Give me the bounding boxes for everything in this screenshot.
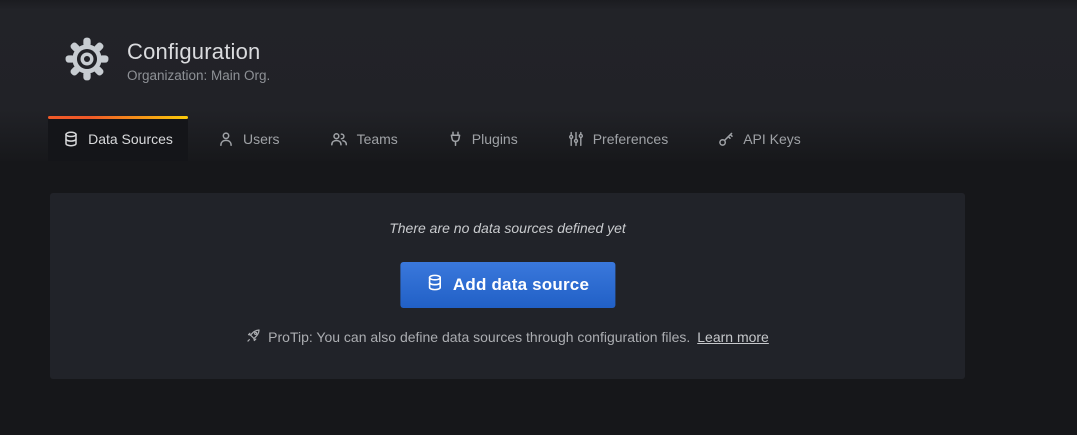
tab-api-keys[interactable]: API Keys bbox=[698, 116, 821, 161]
tab-label: Preferences bbox=[593, 131, 668, 147]
tab-users[interactable]: Users bbox=[198, 116, 300, 161]
tab-preferences[interactable]: Preferences bbox=[548, 116, 688, 161]
tab-label: Users bbox=[243, 131, 280, 147]
add-data-source-button[interactable]: Add data source bbox=[400, 262, 615, 308]
protip-line: ProTip: You can also define data sources… bbox=[50, 328, 965, 346]
page-header: Configuration Organization: Main Org. Da… bbox=[0, 0, 1077, 161]
tab-teams[interactable]: Teams bbox=[310, 116, 418, 161]
header-titles: Configuration Organization: Main Org. bbox=[127, 39, 270, 83]
empty-state-message: There are no data sources defined yet bbox=[50, 220, 965, 236]
key-icon bbox=[718, 131, 734, 147]
tab-data-sources[interactable]: Data Sources bbox=[48, 116, 188, 161]
gear-icon bbox=[64, 36, 110, 82]
tab-label: Plugins bbox=[472, 131, 518, 147]
tab-plugins[interactable]: Plugins bbox=[428, 116, 538, 161]
database-icon bbox=[426, 274, 443, 296]
tab-label: API Keys bbox=[743, 131, 801, 147]
rocket-icon bbox=[246, 328, 261, 346]
page-title: Configuration bbox=[127, 39, 270, 65]
sliders-icon bbox=[568, 131, 584, 147]
database-icon bbox=[63, 131, 79, 147]
page-content: There are no data sources defined yet Ad… bbox=[0, 161, 1077, 435]
tabbar: Data Sources Users bbox=[48, 116, 821, 161]
tab-label: Teams bbox=[357, 131, 398, 147]
learn-more-link[interactable]: Learn more bbox=[697, 329, 769, 345]
protip-text: ProTip: You can also define data sources… bbox=[268, 329, 690, 345]
configuration-page: Configuration Organization: Main Org. Da… bbox=[0, 0, 1077, 435]
users-icon bbox=[330, 131, 348, 147]
tab-label: Data Sources bbox=[88, 131, 173, 147]
add-data-source-label: Add data source bbox=[453, 275, 589, 295]
user-icon bbox=[218, 131, 234, 147]
page-subtitle: Organization: Main Org. bbox=[127, 68, 270, 83]
plug-icon bbox=[448, 131, 463, 147]
empty-list-card: There are no data sources defined yet Ad… bbox=[50, 193, 965, 379]
